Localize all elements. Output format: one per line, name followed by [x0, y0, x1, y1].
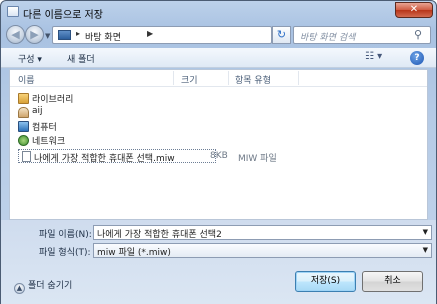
filetype-select[interactable]: miw 파일 (*.miw) ▼	[93, 243, 432, 258]
save-button[interactable]: 저장(S)	[295, 271, 356, 292]
chevron-down-icon[interactable]: ▼	[423, 246, 428, 254]
user-folder-icon	[18, 107, 29, 118]
file-name: 나에게 가장 적합한 휴대폰 선택.miw	[34, 154, 175, 164]
search-placeholder: 바탕 화면 검색	[300, 33, 356, 43]
file-type: MIW 파일	[238, 154, 277, 164]
new-folder-button[interactable]: 새 폴더	[67, 52, 95, 65]
address-path[interactable]: 바탕 화면	[85, 30, 121, 43]
file-row-selected[interactable]: 나에게 가장 적합한 휴대폰 선택.miw	[18, 149, 216, 164]
filetype-value[interactable]: miw 파일 (*.miw)	[97, 245, 171, 258]
column-divider[interactable]	[173, 71, 174, 85]
window-icon	[7, 6, 19, 17]
column-divider[interactable]	[298, 71, 299, 85]
cancel-button[interactable]: 취소	[362, 271, 423, 292]
hide-folders-toggle[interactable]: ▲ 폴더 숨기기	[14, 278, 72, 294]
column-header: 이름 크기 항목 유형	[10, 70, 427, 87]
search-icon[interactable]: ⚲	[414, 28, 422, 41]
list-item-label: 컴퓨터	[32, 123, 57, 133]
column-name[interactable]: 이름	[18, 73, 35, 86]
command-toolbar: 구성 ▾ 새 폴더 ☷ ▾ ?	[1, 48, 436, 68]
breadcrumb-arrow-icon[interactable]: ▶	[147, 29, 153, 38]
filename-label: 파일 이름(N):	[39, 230, 92, 240]
library-icon	[18, 93, 29, 104]
close-button[interactable]: ✕	[395, 2, 433, 18]
computer-icon	[18, 121, 29, 132]
column-divider[interactable]	[228, 71, 229, 85]
list-item-label: aij	[32, 106, 43, 116]
list-item-label: 라이브러리	[32, 95, 74, 105]
document-icon	[22, 151, 31, 162]
desktop-folder-icon	[58, 30, 71, 40]
navigation-row: ◀ ▶ ▼ ▸ 바탕 화면 ▶ ▼ ↻ 바탕 화면 검색 ⚲	[1, 23, 436, 47]
breadcrumb-separator-icon[interactable]: ▸	[76, 29, 80, 38]
address-bar[interactable]: ▸ 바탕 화면 ▶ ▼	[52, 26, 309, 44]
organize-menu[interactable]: 구성 ▾	[18, 52, 42, 65]
view-options-icon[interactable]: ☷ ▾	[365, 51, 387, 65]
chevron-down-icon[interactable]: ▼	[423, 228, 428, 236]
list-item-label: 네트워크	[32, 137, 66, 147]
back-arrow-icon[interactable]: ◀	[6, 25, 25, 44]
file-size: 8KB	[210, 151, 228, 161]
filetype-label: 파일 형식(T):	[39, 248, 91, 258]
filename-field[interactable]: 나에게 가장 적합한 휴대폰 선택2 ▼	[93, 225, 432, 240]
hide-folders-label[interactable]: 폴더 숨기기	[28, 281, 72, 291]
save-options-panel: 파일 이름(N): 나에게 가장 적합한 휴대폰 선택2 ▼ 파일 형식(T):…	[1, 220, 436, 304]
search-input[interactable]: 바탕 화면 검색 ⚲	[293, 26, 431, 44]
refresh-icon[interactable]: ↻	[272, 26, 291, 44]
title-bar: 다른 이름으로 저장 ✕	[1, 1, 436, 23]
file-list-pane[interactable]: 이름 크기 항목 유형 라이브러리 aij 컴퓨터 네트워크 나에게 가장 적합…	[9, 69, 428, 220]
forward-arrow-icon[interactable]: ▶	[25, 25, 44, 44]
window-title: 다른 이름으로 저장	[23, 10, 103, 21]
network-icon	[18, 135, 29, 146]
chevron-up-icon[interactable]: ▲	[14, 283, 25, 294]
help-icon[interactable]: ?	[410, 51, 424, 65]
column-size[interactable]: 크기	[181, 73, 198, 86]
column-type[interactable]: 항목 유형	[235, 73, 271, 86]
save-as-dialog: 다른 이름으로 저장 ✕ ◀ ▶ ▼ ▸ 바탕 화면 ▶ ▼ ↻ 바탕 화면 검…	[0, 0, 437, 304]
filename-value[interactable]: 나에게 가장 적합한 휴대폰 선택2	[97, 227, 222, 240]
recent-pages-dropdown-icon[interactable]: ▼	[45, 32, 50, 40]
